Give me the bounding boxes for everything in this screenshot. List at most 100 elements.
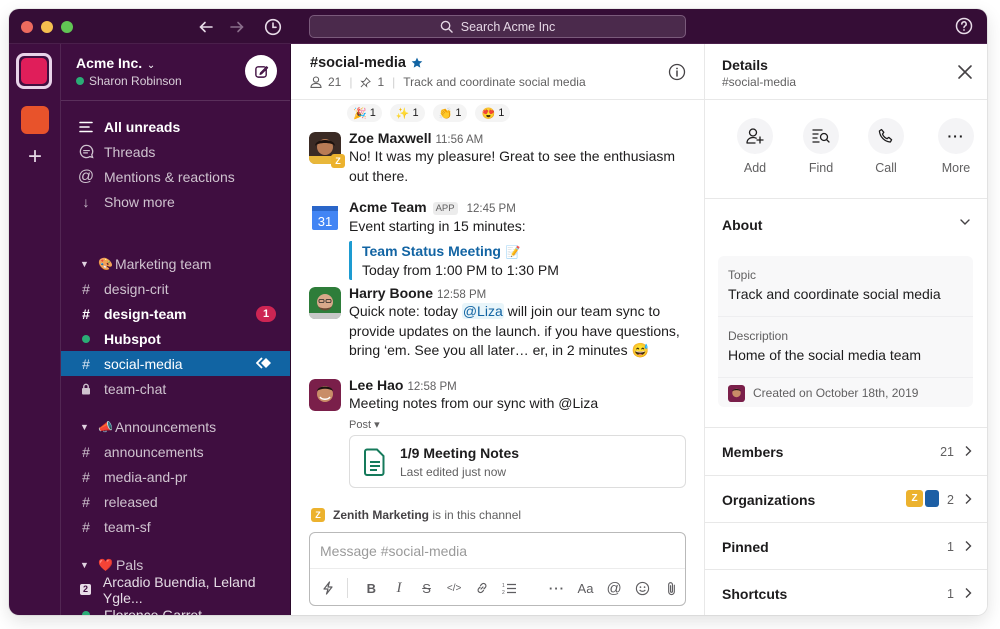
section-marketing-team[interactable]: ▼ 🎨 Marketing team — [61, 251, 290, 276]
sidebar-item-announcements[interactable]: # announcements — [61, 439, 290, 464]
post-dropdown[interactable]: Post ▾ — [349, 418, 694, 431]
help-icon[interactable] — [955, 17, 973, 35]
org-name[interactable]: Zenith Marketing — [333, 508, 429, 522]
sidebar-item-group-dm[interactable]: 2 Arcadio Buendia, Leland Ygle... — [61, 574, 290, 606]
lock-icon — [74, 383, 98, 395]
reaction-pill[interactable]: ✨ 1 — [389, 104, 425, 122]
shortcuts-row[interactable]: Shortcuts 1 — [705, 569, 987, 615]
workspace-secondary[interactable] — [21, 106, 49, 134]
info-icon[interactable] — [668, 63, 686, 81]
members-icon[interactable] — [310, 76, 322, 88]
emoji-icon[interactable] — [628, 575, 658, 601]
message-author[interactable]: Harry Boone — [349, 285, 433, 301]
organizations-row[interactable]: Organizations Z 2 — [705, 475, 987, 522]
calendar-app-icon[interactable]: 31 — [309, 201, 341, 233]
sidebar-item-show-more[interactable]: ↓ Show more — [61, 189, 290, 214]
message-author[interactable]: Zoe Maxwell — [349, 130, 431, 146]
message-author[interactable]: Acme Team — [349, 199, 427, 215]
numbered-list-icon[interactable]: 12 — [496, 575, 524, 601]
star-icon[interactable] — [411, 57, 423, 69]
channel-label: media-and-pr — [104, 468, 188, 485]
section-emoji: ❤️ — [98, 557, 113, 572]
sidebar-item-florence-garret[interactable]: Florence Garret — [61, 602, 290, 615]
creator-avatar[interactable] — [728, 384, 745, 402]
attachment-icon[interactable] — [657, 575, 685, 601]
workspace-acme[interactable] — [16, 53, 52, 89]
reaction-emoji: ✨ — [395, 107, 410, 120]
more-button[interactable]: ··· More — [930, 118, 982, 175]
threads-icon — [74, 144, 98, 159]
minimize-window-button[interactable] — [41, 21, 53, 33]
channel-topic[interactable]: Track and coordinate social media — [403, 75, 585, 89]
sidebar-item-released[interactable]: # released — [61, 489, 290, 514]
avatar[interactable] — [309, 287, 341, 319]
formatting-icon[interactable]: Aa — [571, 575, 601, 601]
org-badge-icon: Z — [311, 508, 325, 522]
italic-icon[interactable]: I — [385, 575, 413, 601]
user-mention[interactable]: @Liza — [461, 303, 504, 319]
find-button[interactable]: Find — [795, 118, 847, 175]
strikethrough-icon[interactable]: S — [413, 575, 441, 601]
event-link[interactable]: Team Status Meeting — [362, 243, 501, 259]
channel-sidebar: Acme Inc. ⌄ Sharon Robinson All unreads … — [61, 44, 291, 615]
sidebar-item-all-unreads[interactable]: All unreads — [61, 114, 290, 139]
sidebar-item-team-chat[interactable]: team-chat — [61, 376, 290, 401]
sidebar-item-design-crit[interactable]: # design-crit — [61, 276, 290, 301]
bold-icon[interactable]: B — [358, 575, 386, 601]
mention-icon[interactable]: @ — [600, 575, 628, 601]
close-window-button[interactable] — [21, 21, 33, 33]
message-author[interactable]: Lee Hao — [349, 377, 403, 393]
add-workspace-button[interactable]: + — [23, 145, 47, 170]
message-time[interactable]: 12:45 PM — [467, 203, 516, 215]
pin-icon[interactable] — [360, 76, 372, 88]
search-bar[interactable]: Search Acme Inc — [309, 15, 686, 38]
history-button[interactable] — [261, 15, 285, 39]
channel-title[interactable]: #social-media — [310, 55, 423, 71]
message-input[interactable] — [310, 533, 685, 569]
zoom-window-button[interactable] — [61, 21, 73, 33]
topic-section[interactable]: Topic Track and coordinate social media — [718, 256, 973, 316]
pin-count[interactable]: 1 — [377, 75, 384, 89]
reaction-pill[interactable]: 🎉 1 — [347, 104, 382, 122]
post-card[interactable]: 1/9 Meeting Notes Last edited just now — [349, 434, 686, 488]
message-time[interactable]: 11:56 AM — [435, 134, 483, 146]
sidebar-item-mentions[interactable]: @ Mentions & reactions — [61, 164, 290, 189]
sidebar-item-team-sf[interactable]: # team-sf — [61, 514, 290, 539]
workspace-menu[interactable]: Acme Inc. ⌄ — [76, 55, 155, 71]
sidebar-item-media-and-pr[interactable]: # media-and-pr — [61, 464, 290, 489]
reaction-pill[interactable]: 😍 1 — [475, 104, 511, 122]
back-arrow-icon — [199, 21, 213, 33]
pinned-row[interactable]: Pinned 1 — [705, 522, 987, 569]
more-icon: ··· — [947, 128, 965, 144]
compose-button[interactable] — [245, 55, 277, 87]
add-button[interactable]: Add — [729, 118, 781, 175]
avatar[interactable] — [309, 379, 341, 411]
forward-button[interactable] — [225, 15, 249, 39]
sidebar-item-hubspot[interactable]: Hubspot — [61, 326, 290, 351]
unreads-icon — [74, 121, 98, 133]
message-time[interactable]: 12:58 PM — [437, 289, 486, 301]
code-icon[interactable]: </> — [440, 575, 468, 601]
message-time[interactable]: 12:58 PM — [407, 381, 456, 393]
section-announcements[interactable]: ▼ 📣 Announcements — [61, 414, 290, 439]
call-button[interactable]: Call — [860, 118, 912, 175]
description-value: Home of the social media team — [728, 347, 921, 363]
back-button[interactable] — [194, 15, 218, 39]
sidebar-item-social-media[interactable]: # social-media — [61, 351, 290, 376]
sidebar-item-design-team[interactable]: # design-team 1 — [61, 301, 290, 326]
more-icon[interactable]: ··· — [543, 575, 571, 601]
shortcuts-icon[interactable] — [313, 575, 343, 601]
org-notice-text: is in this channel — [429, 508, 522, 522]
current-user[interactable]: Sharon Robinson — [76, 74, 182, 88]
avatar[interactable]: Z — [309, 132, 345, 168]
row-label: Members — [722, 444, 784, 460]
member-count[interactable]: 21 — [328, 75, 341, 89]
close-icon[interactable] — [957, 64, 973, 80]
description-section[interactable]: Description Home of the social media tea… — [718, 317, 973, 377]
post-subtitle: Last edited just now — [400, 464, 507, 479]
about-toggle[interactable]: About — [705, 199, 987, 245]
link-icon[interactable] — [468, 575, 496, 601]
members-row[interactable]: Members 21 — [705, 427, 987, 474]
reaction-pill[interactable]: 👏 1 — [432, 104, 468, 122]
sidebar-item-threads[interactable]: Threads — [61, 139, 290, 164]
